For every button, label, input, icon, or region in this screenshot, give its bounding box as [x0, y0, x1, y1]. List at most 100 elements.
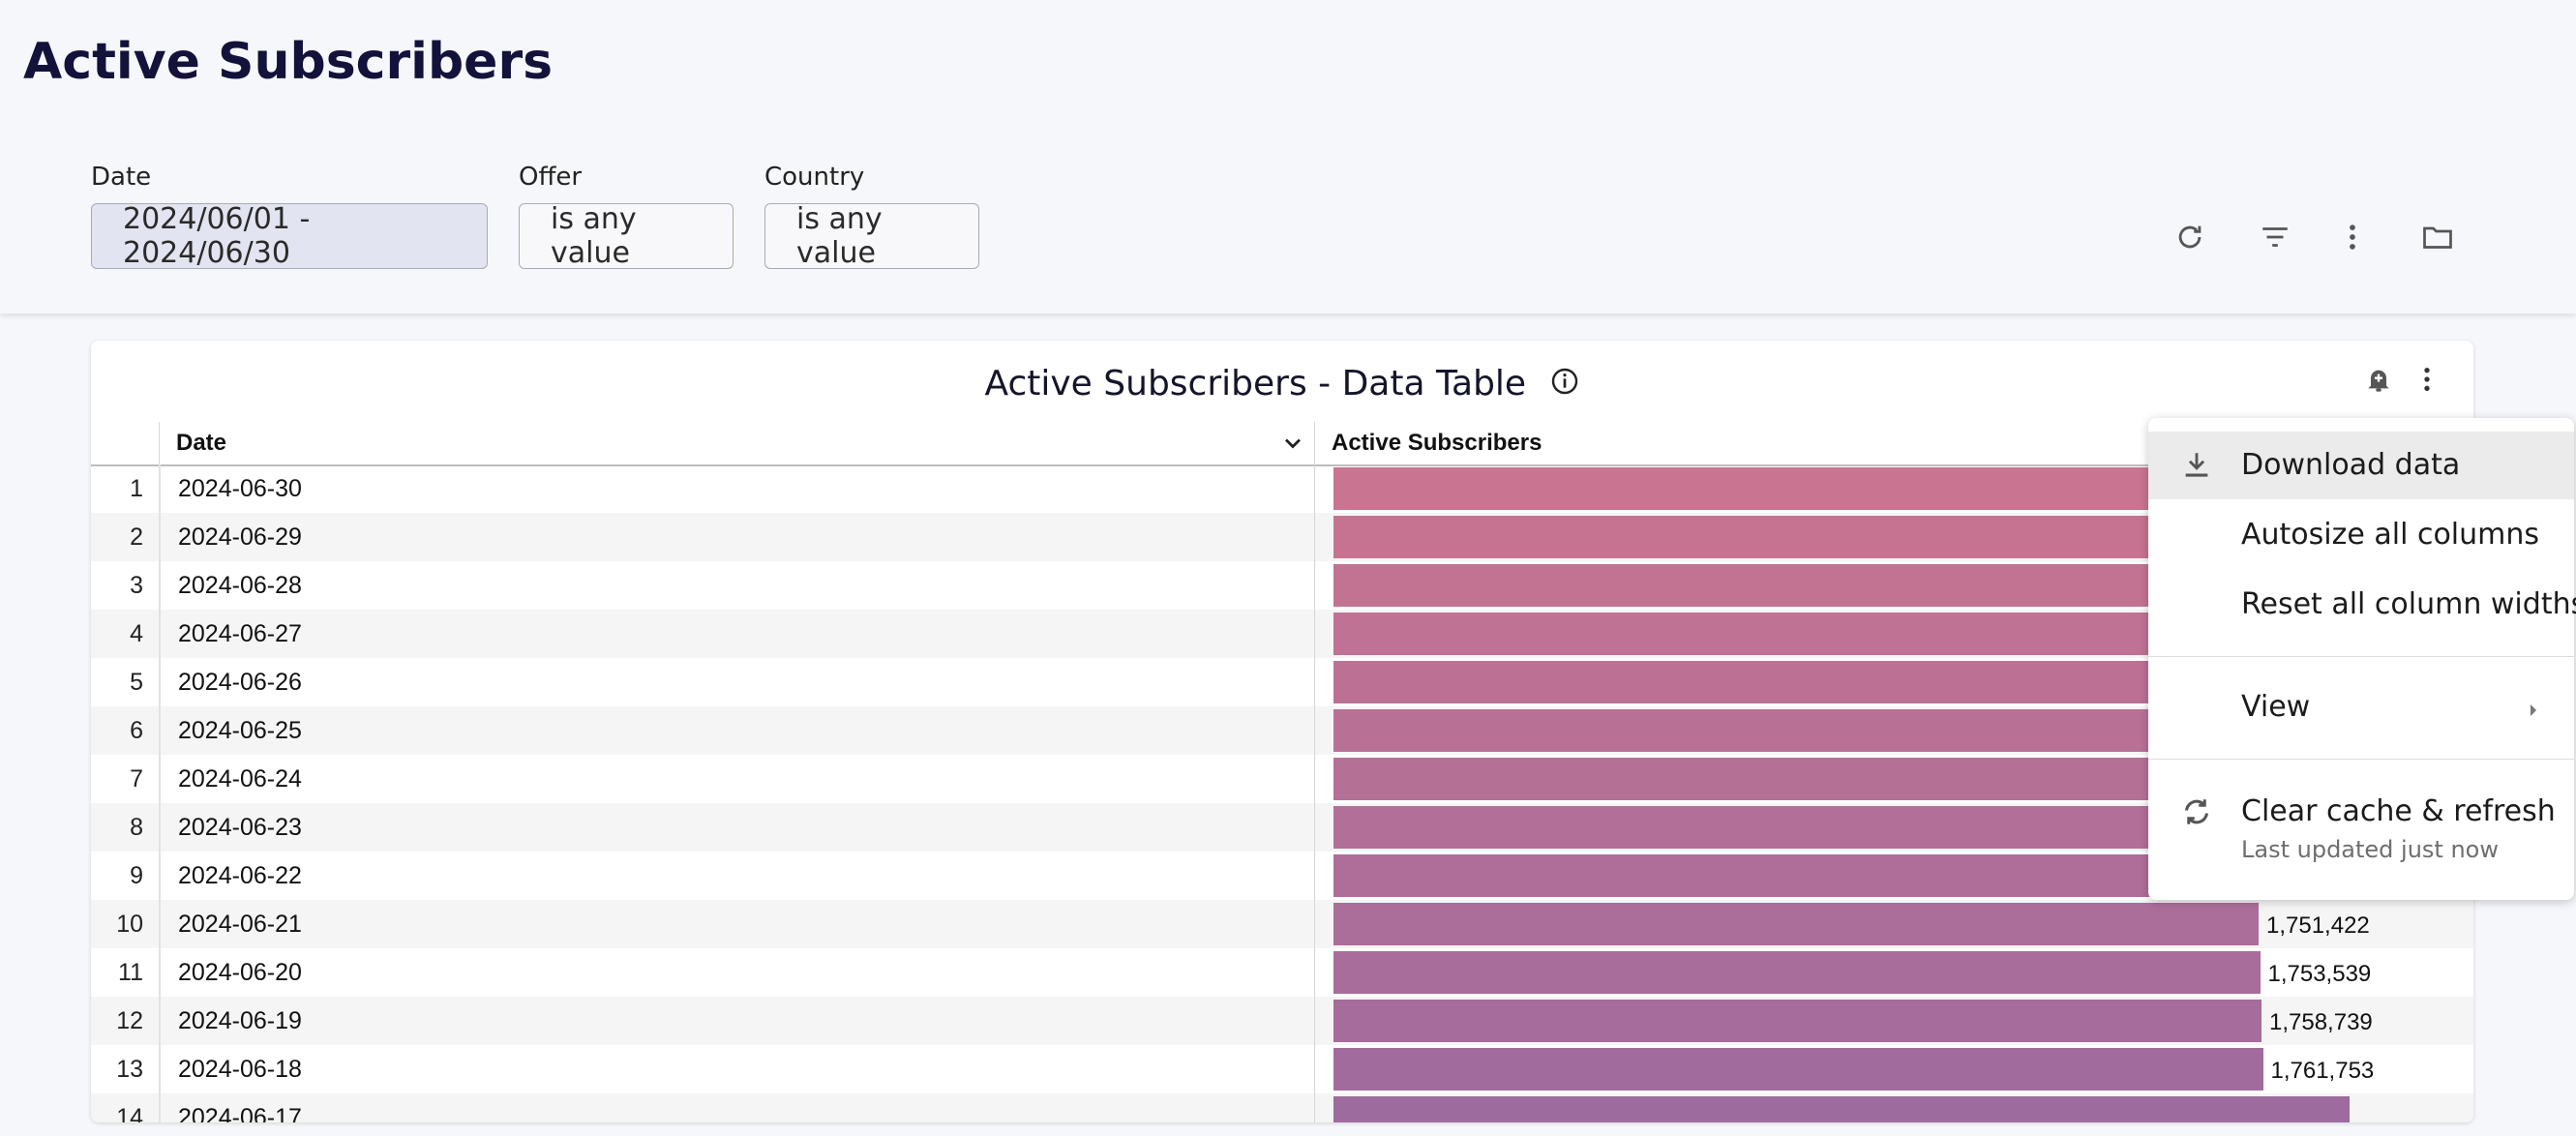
date-cell: 2024-06-21	[178, 911, 302, 938]
menu-divider	[2148, 759, 2574, 760]
table-row: 7 2024-06-24	[91, 755, 2473, 803]
bell-add-icon[interactable]	[2359, 360, 2398, 399]
row-number-separator	[159, 513, 161, 561]
subscriber-bar	[1333, 951, 2261, 994]
row-number-separator	[159, 464, 161, 513]
row-number: 4	[130, 620, 143, 647]
sort-chevron-down-icon[interactable]	[1279, 430, 1306, 462]
column-separator	[1314, 561, 1315, 610]
date-cell: 2024-06-20	[178, 959, 302, 986]
table-header: Date Active Subscribers	[91, 422, 2473, 466]
row-number: 8	[130, 814, 143, 841]
dashboard-header: Active Subscribers Date 2024/06/01 - 202…	[0, 0, 2576, 314]
folder-icon[interactable]	[2415, 215, 2460, 259]
row-number: 14	[116, 1104, 143, 1122]
row-number: 1	[130, 475, 143, 502]
header-active-subscribers[interactable]: Active Subscribers	[1332, 422, 1542, 464]
table-row: 8 2024-06-23	[91, 803, 2473, 852]
column-separator	[1314, 948, 1315, 997]
header-date[interactable]: Date	[176, 422, 226, 464]
table-row: 4 2024-06-27	[91, 610, 2473, 658]
filter-offer-label: Offer	[519, 163, 583, 192]
row-number-separator	[159, 803, 161, 852]
header-separator	[159, 422, 160, 464]
refresh-icon[interactable]	[2168, 215, 2212, 259]
row-number: 6	[130, 717, 143, 744]
filter-date-label: Date	[91, 163, 152, 192]
filter-offer: Offer is any value	[519, 163, 734, 270]
row-number-separator	[159, 561, 161, 610]
filter-icon[interactable]	[2253, 215, 2297, 259]
row-number-separator	[159, 852, 161, 900]
column-separator	[1314, 852, 1315, 900]
column-separator	[1314, 755, 1315, 803]
date-cell: 2024-06-28	[178, 572, 302, 599]
menu-label-autosize: Autosize all columns	[2241, 518, 2540, 552]
column-separator	[1314, 706, 1315, 755]
table-row: 11 2024-06-20 1,753,539	[91, 948, 2473, 997]
column-separator	[1314, 513, 1315, 561]
date-cell: 2024-06-26	[178, 669, 302, 696]
subscriber-value: 1,753,539	[2267, 961, 2372, 987]
date-cell: 2024-06-24	[178, 765, 302, 792]
subscriber-value: 1,751,422	[2266, 912, 2370, 939]
row-number-separator	[159, 706, 161, 755]
card-title: Active Subscribers - Data Table	[91, 364, 2473, 405]
date-cell: 2024-06-17	[178, 1104, 302, 1122]
date-cell: 2024-06-18	[178, 1056, 302, 1083]
table-row: 5 2024-06-26	[91, 658, 2473, 706]
last-updated-text: Last updated just now	[2241, 836, 2499, 863]
row-number: 7	[130, 765, 143, 792]
table-row: 10 2024-06-21 1,751,422	[91, 900, 2473, 948]
download-icon	[2177, 446, 2216, 485]
table-row: 6 2024-06-25	[91, 706, 2473, 755]
filter-date: Date 2024/06/01 - 2024/06/30	[91, 163, 488, 270]
column-separator	[1314, 464, 1315, 513]
subscriber-bar	[1333, 903, 2259, 945]
page-title: Active Subscribers	[23, 33, 554, 91]
column-separator	[1314, 1093, 1315, 1122]
date-cell: 2024-06-25	[178, 717, 302, 744]
row-number: 5	[130, 669, 143, 696]
menu-item-download-data[interactable]: Download data	[2148, 432, 2574, 499]
subscriber-bar	[1333, 1048, 2263, 1091]
info-icon[interactable]	[1549, 366, 1580, 405]
subscriber-value: 1,758,739	[2269, 1009, 2373, 1035]
menu-label-view: View	[2241, 690, 2311, 724]
menu-divider	[2148, 656, 2574, 657]
column-separator	[1314, 658, 1315, 706]
card-more-vert-icon[interactable]	[2408, 360, 2446, 399]
row-number: 13	[116, 1056, 143, 1083]
row-number-separator	[159, 1045, 161, 1093]
table-row: 3 2024-06-28	[91, 561, 2473, 610]
menu-item-autosize-columns[interactable]: Autosize all columns	[2148, 501, 2574, 569]
header-separator	[1314, 422, 1315, 464]
country-filter-input[interactable]: is any value	[764, 202, 979, 270]
subscriber-bar	[1333, 1096, 2350, 1122]
date-range-input[interactable]: 2024/06/01 - 2024/06/30	[91, 202, 488, 270]
date-cell: 2024-06-29	[178, 523, 302, 551]
row-number-separator	[159, 755, 161, 803]
subscriber-bar	[1333, 1000, 2261, 1042]
more-vert-icon[interactable]	[2330, 215, 2375, 259]
menu-item-reset-column-widths[interactable]: Reset all column widths	[2148, 571, 2576, 639]
menu-item-view[interactable]: View	[2148, 673, 2574, 741]
row-number: 11	[118, 959, 143, 986]
table-row: 13 2024-06-18 1,761,753	[91, 1045, 2473, 1093]
column-separator	[1314, 610, 1315, 658]
date-cell: 2024-06-27	[178, 620, 302, 647]
card-title-text: Active Subscribers - Data Table	[984, 364, 1527, 404]
menu-label-download: Download data	[2241, 448, 2461, 482]
filter-country: Country is any value	[764, 163, 979, 270]
row-number-separator	[159, 1093, 161, 1122]
row-number: 12	[116, 1007, 143, 1034]
offer-filter-input[interactable]: is any value	[519, 202, 734, 270]
row-number: 9	[130, 862, 143, 889]
table-row: 12 2024-06-19 1,758,739	[91, 997, 2473, 1045]
date-cell: 2024-06-30	[178, 475, 302, 502]
row-number: 2	[130, 523, 143, 551]
row-number-separator	[159, 900, 161, 948]
context-menu: Download data Autosize all columns Reset…	[2148, 418, 2576, 900]
date-cell: 2024-06-19	[178, 1007, 302, 1034]
column-separator	[1314, 900, 1315, 948]
